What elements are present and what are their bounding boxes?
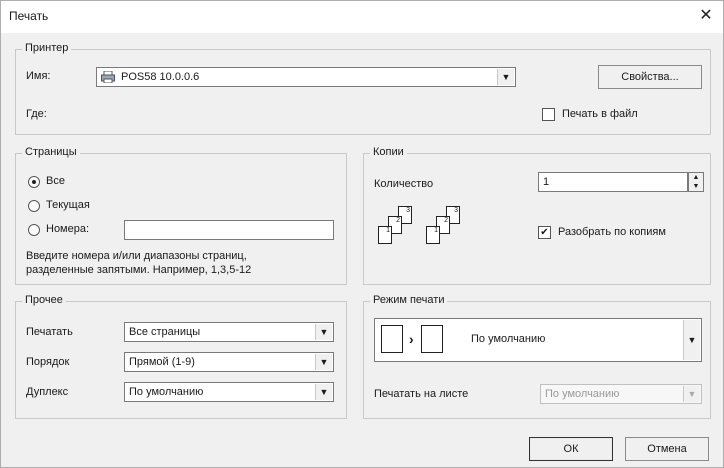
printer-name-select[interactable]: POS58 10.0.0.6 ▼	[96, 67, 516, 87]
print-mode-preview: ›	[379, 323, 459, 357]
printer-where-label: Где:	[26, 108, 47, 120]
spin-down-icon[interactable]: ▼	[689, 182, 703, 191]
page-numbers-input[interactable]	[124, 220, 334, 240]
chevron-down-icon[interactable]: ▼	[683, 320, 700, 360]
properties-button[interactable]: Свойства...	[598, 65, 702, 89]
print-range-select[interactable]: Все страницы ▼	[124, 322, 334, 342]
print-mode-legend: Режим печати	[370, 294, 448, 306]
chevron-down-icon[interactable]: ▼	[315, 384, 332, 400]
print-range-value: Все страницы	[129, 326, 201, 338]
pages-hint-line2: разделенные запятыми. Например, 1,3,5-12	[26, 264, 252, 276]
duplex-select[interactable]: По умолчанию ▼	[124, 382, 334, 402]
per-sheet-select[interactable]: По умолчанию ▼	[540, 384, 702, 404]
window-title: Печать	[9, 9, 49, 23]
pages-group: Страницы Все Текущая Номера: Введите ном…	[15, 146, 347, 285]
per-sheet-label: Печатать на листе	[374, 388, 469, 400]
collate-checkbox[interactable]: ✔	[538, 226, 551, 239]
copies-group: Копии Количество 1 ▲ ▼ 3 2 1 3 2 1 ✔ Раз…	[363, 146, 711, 285]
copies-count-input[interactable]: 1	[538, 172, 688, 192]
title-bar: Печать ✕	[1, 1, 723, 33]
preview-page-icon	[421, 325, 443, 353]
printer-group: Принтер Имя: POS58 10.0.0.6 ▼ Свойства..…	[15, 42, 711, 135]
pages-current-label: Текущая	[46, 199, 90, 211]
arrow-right-icon: ›	[409, 331, 414, 347]
order-label: Порядок	[26, 356, 70, 368]
collate-page: 1	[378, 226, 392, 244]
copies-count-value: 1	[543, 176, 550, 188]
other-legend: Прочее	[22, 294, 66, 306]
printer-legend: Принтер	[22, 42, 72, 54]
cancel-button[interactable]: Отмена	[625, 437, 709, 461]
ok-button[interactable]: ОК	[529, 437, 613, 461]
other-group: Прочее Печатать Все страницы ▼ Порядок П…	[15, 294, 347, 419]
chevron-down-icon[interactable]: ▼	[315, 354, 332, 370]
duplex-label: Дуплекс	[26, 386, 69, 398]
pages-legend: Страницы	[22, 146, 80, 158]
spin-up-icon[interactable]: ▲	[689, 173, 703, 182]
close-icon[interactable]: ✕	[695, 5, 717, 27]
pages-hint-line1: Введите номера и/или диапазоны страниц,	[26, 250, 247, 262]
print-to-file-checkbox[interactable]	[542, 108, 555, 121]
pages-numbers-radio[interactable]	[28, 224, 40, 236]
print-mode-select[interactable]: › По умолчанию ▼	[374, 318, 702, 362]
order-select[interactable]: Прямой (1-9) ▼	[124, 352, 334, 372]
printer-name-label: Имя:	[26, 70, 51, 82]
preview-page-icon	[381, 325, 403, 353]
pages-all-radio[interactable]	[28, 176, 40, 188]
print-dialog: Печать ✕ Принтер Имя: POS58 10.0.0.6 ▼ С…	[0, 0, 724, 468]
chevron-down-icon[interactable]: ▼	[315, 324, 332, 340]
order-value: Прямой (1-9)	[129, 356, 195, 368]
print-to-file-label: Печать в файл	[562, 108, 638, 120]
pages-all-label: Все	[46, 175, 65, 187]
chevron-down-icon[interactable]: ▼	[683, 386, 700, 402]
chevron-down-icon[interactable]: ▼	[497, 69, 514, 85]
duplex-value: По умолчанию	[129, 386, 204, 398]
print-mode-value: По умолчанию	[471, 333, 546, 345]
print-mode-group: Режим печати › По умолчанию ▼ Печатать н…	[363, 294, 711, 419]
copies-legend: Копии	[370, 146, 407, 158]
printer-icon	[101, 70, 115, 84]
print-range-label: Печатать	[26, 326, 73, 338]
pages-current-radio[interactable]	[28, 200, 40, 212]
collate-label: Разобрать по копиям	[558, 226, 666, 238]
pages-numbers-label: Номера:	[46, 223, 90, 235]
per-sheet-value: По умолчанию	[545, 388, 620, 400]
copies-spinner[interactable]: ▲ ▼	[688, 172, 704, 192]
copies-count-label: Количество	[374, 178, 434, 190]
printer-name-value: POS58 10.0.0.6	[121, 71, 200, 83]
collate-page: 1	[426, 226, 440, 244]
